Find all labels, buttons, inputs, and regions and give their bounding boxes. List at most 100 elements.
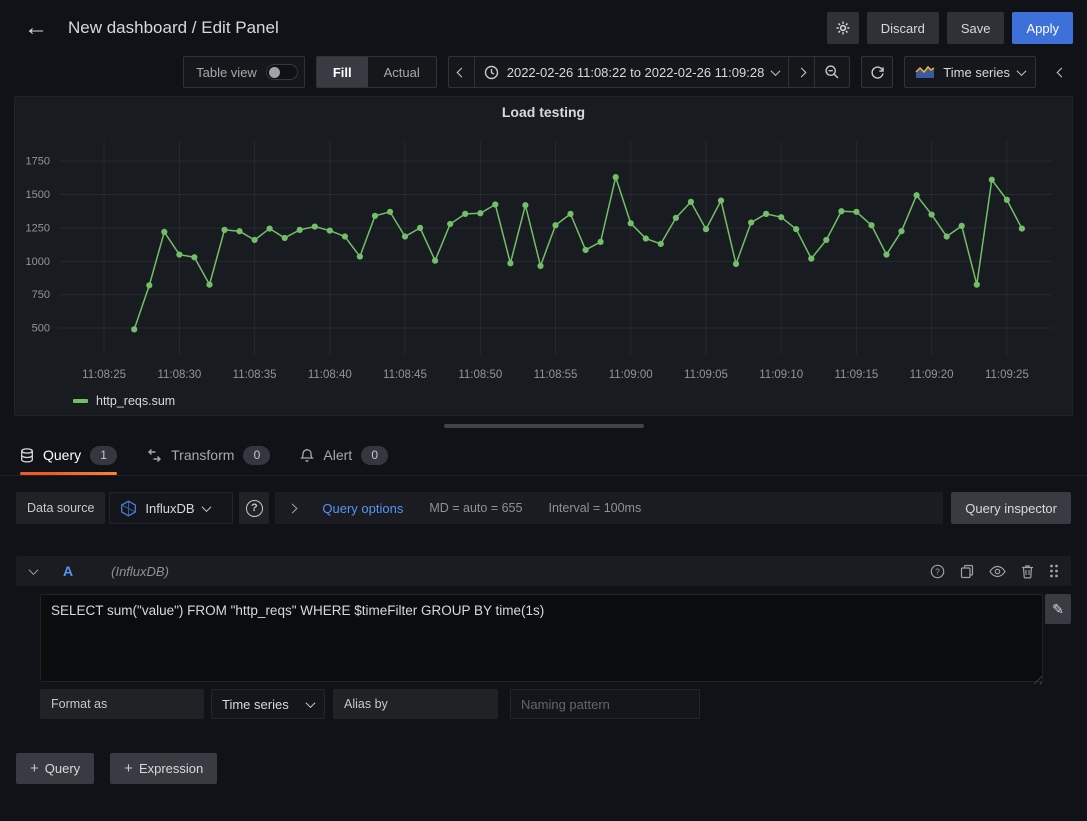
- query-row-header[interactable]: A (InfluxDB) ?: [16, 556, 1071, 586]
- panel-settings-button[interactable]: [827, 12, 859, 44]
- format-as-select[interactable]: Time series: [211, 689, 325, 719]
- plus-icon: +: [124, 760, 133, 777]
- zoom-out-button[interactable]: [814, 57, 849, 87]
- panel-toolbar: Table view Fill Actual 2022-02-26 11:08:…: [0, 56, 1087, 96]
- delete-query-button[interactable]: [1021, 564, 1034, 579]
- toggle-visibility-button[interactable]: [989, 565, 1006, 578]
- add-query-button[interactable]: + Query: [16, 753, 94, 784]
- svg-text:11:09:25: 11:09:25: [985, 369, 1029, 381]
- chevron-down-icon[interactable]: [29, 565, 39, 575]
- tab-query[interactable]: Query 1: [20, 435, 117, 475]
- add-expression-label: Expression: [139, 761, 203, 776]
- sql-query-textarea[interactable]: SELECT sum("value") FROM "http_reqs" WHE…: [40, 594, 1043, 682]
- clock-icon: [484, 65, 499, 80]
- table-view-label: Table view: [196, 65, 257, 80]
- query-row-actions: ?: [930, 564, 1059, 579]
- sql-editor-wrap: SELECT sum("value") FROM "http_reqs" WHE…: [40, 594, 1043, 685]
- back-arrow-icon[interactable]: ←: [18, 16, 54, 40]
- refresh-icon: [870, 65, 885, 80]
- save-button[interactable]: Save: [947, 12, 1005, 44]
- chevron-left-icon: [1056, 67, 1066, 77]
- datasource-help-button[interactable]: ?: [239, 492, 269, 524]
- help-circle-icon: ?: [246, 500, 263, 517]
- viz-picker-label: Time series: [943, 65, 1010, 80]
- svg-text:750: 750: [32, 289, 50, 301]
- splitter-drag-handle[interactable]: [444, 424, 644, 428]
- svg-text:11:08:50: 11:08:50: [458, 369, 502, 381]
- datasource-value: InfluxDB: [145, 501, 194, 516]
- tab-label: Query: [43, 447, 81, 463]
- query-inspector-button[interactable]: Query inspector: [951, 492, 1071, 524]
- tab-label: Transform: [171, 447, 234, 463]
- duplicate-query-button[interactable]: [960, 564, 974, 579]
- eye-icon: [989, 565, 1006, 578]
- bell-icon: [300, 448, 314, 463]
- svg-text:11:09:00: 11:09:00: [609, 369, 653, 381]
- svg-text:?: ?: [935, 566, 940, 576]
- chevron-down-icon: [1017, 66, 1027, 76]
- chevron-left-icon: [456, 67, 466, 77]
- toggle-knob: [269, 67, 280, 78]
- grafana-edit-panel: ← New dashboard / Edit Panel Discard Sav…: [0, 0, 1087, 821]
- svg-text:1750: 1750: [26, 156, 50, 168]
- naming-pattern-input[interactable]: [510, 689, 700, 719]
- format-as-label: Format as: [40, 689, 204, 719]
- query-help-button[interactable]: ?: [930, 564, 945, 579]
- discard-button[interactable]: Discard: [867, 12, 939, 44]
- svg-text:500: 500: [32, 323, 50, 335]
- time-shift-forward-button[interactable]: [788, 57, 814, 87]
- format-row: Format as Time series Alias by: [40, 689, 1045, 719]
- fill-option[interactable]: Fill: [317, 57, 368, 87]
- series-legend-label[interactable]: http_reqs.sum: [96, 394, 175, 408]
- time-series-viz-icon: [915, 65, 935, 79]
- pane-splitter: [0, 416, 1087, 435]
- actual-option[interactable]: Actual: [368, 57, 436, 87]
- gear-icon: [835, 20, 851, 36]
- panel-title: Load testing: [15, 97, 1072, 127]
- tab-badge: 1: [90, 446, 117, 465]
- chart-legend: http_reqs.sum: [15, 387, 1072, 415]
- pencil-icon: ✎: [1052, 601, 1064, 617]
- header-actions: Discard Save Apply: [827, 12, 1073, 44]
- zoom-out-icon: [824, 64, 840, 80]
- svg-text:1500: 1500: [26, 189, 50, 201]
- table-view-toggle-group: Table view: [183, 56, 305, 88]
- visualization-picker[interactable]: Time series: [904, 56, 1036, 88]
- svg-text:11:08:45: 11:08:45: [383, 369, 427, 381]
- query-editor-zone: Data source InfluxDB ? Query options MD …: [0, 476, 1087, 821]
- tab-alert[interactable]: Alert 0: [300, 435, 388, 475]
- toggle-text-edit-button[interactable]: ✎: [1045, 594, 1071, 624]
- drag-handle[interactable]: [1049, 564, 1059, 578]
- svg-text:11:09:05: 11:09:05: [684, 369, 728, 381]
- svg-text:11:09:15: 11:09:15: [834, 369, 878, 381]
- add-expression-button[interactable]: + Expression: [110, 753, 217, 784]
- chevron-right-icon: [288, 503, 298, 513]
- time-shift-back-button[interactable]: [449, 57, 474, 87]
- query-ref-id[interactable]: A: [63, 563, 73, 579]
- copy-icon: [960, 564, 974, 579]
- datasource-select[interactable]: InfluxDB: [109, 492, 233, 524]
- chevron-down-icon: [771, 66, 781, 76]
- fill-actual-group: Fill Actual: [316, 56, 437, 88]
- query-options-strip[interactable]: Query options MD = auto = 655 Interval =…: [275, 492, 943, 524]
- plus-icon: +: [30, 760, 39, 777]
- datasource-row: Data source InfluxDB ? Query options MD …: [16, 492, 1071, 524]
- time-range-text: 2022-02-26 11:08:22 to 2022-02-26 11:09:…: [507, 65, 765, 80]
- svg-text:11:09:20: 11:09:20: [910, 369, 954, 381]
- help-circle-icon: ?: [930, 564, 945, 579]
- query-options-link[interactable]: Query options: [322, 501, 403, 516]
- grip-dots-icon: [1049, 564, 1059, 578]
- svg-text:11:08:35: 11:08:35: [233, 369, 277, 381]
- interval-text: Interval = 100ms: [548, 501, 641, 515]
- chevron-down-icon: [306, 698, 316, 708]
- tab-transform[interactable]: Transform 0: [147, 435, 270, 475]
- chevron-down-icon: [201, 502, 211, 512]
- table-view-switch[interactable]: [266, 64, 298, 80]
- refresh-button[interactable]: [861, 56, 893, 88]
- apply-button[interactable]: Apply: [1012, 12, 1073, 44]
- timeseries-chart[interactable]: 500750100012501500175011:08:2511:08:3011…: [15, 127, 1072, 387]
- chevron-right-icon: [797, 67, 807, 77]
- time-range-button[interactable]: 2022-02-26 11:08:22 to 2022-02-26 11:09:…: [474, 57, 789, 87]
- collapse-options-pane-button[interactable]: [1047, 56, 1075, 88]
- series-color-swatch: [73, 399, 88, 403]
